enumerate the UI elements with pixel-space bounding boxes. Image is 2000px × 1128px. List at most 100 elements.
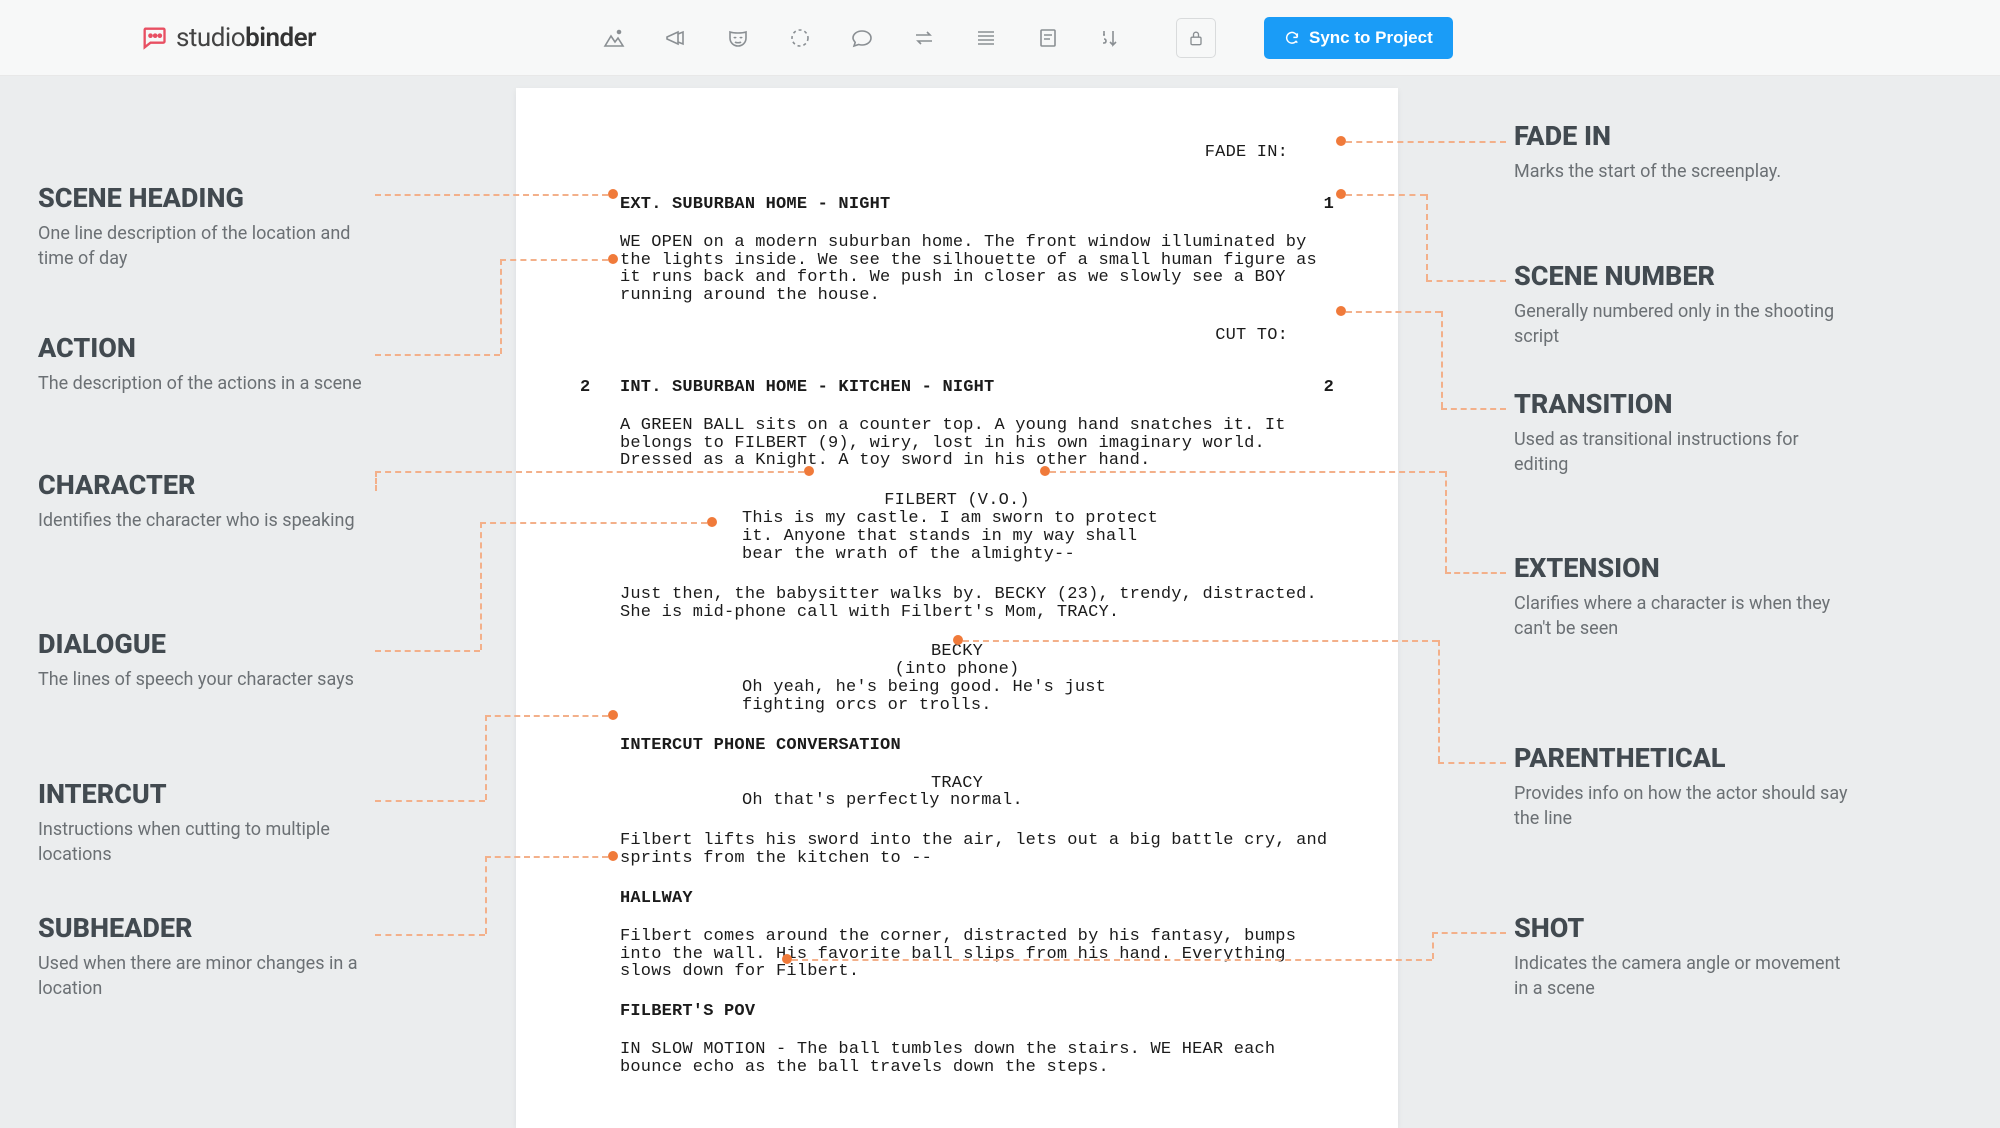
speech-bubble-icon[interactable] [848,24,876,52]
canvas-stage: FADE IN: EXT. SUBURBAN HOME - NIGHT 1 WE… [0,76,2000,1125]
connector-line [480,522,482,650]
connector-dot [1336,189,1346,199]
ann-title: CHARACTER [38,471,368,501]
lock-icon[interactable] [1176,18,1216,58]
connector-line [375,471,804,473]
ann-parenthetical: PARENTHETICAL Provides info on how the a… [1514,744,1854,831]
connector-line [792,959,1432,961]
character-filbert: FILBERT (V.O.) [580,492,1334,510]
connector-dot [707,517,717,527]
ann-action: ACTION The description of the actions in… [38,334,368,397]
scene-number-2-left: 2 [580,379,620,397]
swap-arrows-icon[interactable] [910,24,938,52]
subheader-pov: FILBERT'S POV [580,1003,1334,1021]
connector-line [375,194,608,196]
ann-extension: EXTENSION Clarifies where a character is… [1514,554,1854,641]
connector-dot [608,254,618,264]
connector-line [375,934,485,936]
action-block-5: Filbert comes around the corner, distrac… [580,928,1334,982]
character-becky: BECKY [580,643,1334,661]
number-sort-icon[interactable] [1096,24,1124,52]
ann-fade-in: FADE IN Marks the start of the screenpla… [1514,122,1854,185]
connector-line [1441,408,1506,410]
scene-heading-2-text: INT. SUBURBAN HOME - KITCHEN - NIGHT [620,379,1294,397]
ann-desc: Provides info on how the actor should sa… [1514,782,1854,832]
connector-dot [782,954,792,964]
annotations-right-column: FADE IN Marks the start of the screenpla… [1398,76,2000,1125]
ann-desc: Instructions when cutting to multiple lo… [38,818,368,868]
fade-in: FADE IN: [580,144,1334,162]
connector-line [1346,194,1426,196]
action-block-1: WE OPEN on a modern suburban home. The f… [580,234,1334,305]
connector-line [375,354,500,356]
connector-line [500,259,502,354]
toolbar-icon-group: Sync to Project [600,17,1453,59]
connector-dot [953,635,963,645]
circle-dashed-icon[interactable] [786,24,814,52]
brand-logo: studiobinder [140,23,316,53]
connector-line [485,856,608,858]
scene-number-1: 1 [1294,196,1334,214]
ann-character: CHARACTER Identifies the character who i… [38,471,368,534]
connector-line [375,800,485,802]
connector-line [375,471,377,491]
connector-line [963,640,1438,642]
lines-icon[interactable] [972,24,1000,52]
megaphone-icon[interactable] [662,24,690,52]
ann-title: FADE IN [1514,122,1854,152]
chat-bubble-logo-icon [140,24,168,52]
refresh-icon [1284,30,1300,46]
ann-title: SHOT [1514,914,1854,944]
action-block-3: Just then, the babysitter walks by. BECK… [580,586,1334,622]
dialogue-tracy: Oh that's perfectly normal. [742,792,1172,810]
brand-text: studiobinder [176,23,316,53]
scene-heading-1-text: EXT. SUBURBAN HOME - NIGHT [620,196,1294,214]
connector-dot [608,189,618,199]
connector-line [1438,640,1440,762]
connector-line [1445,572,1506,574]
action-block-6: IN SLOW MOTION - The ball tumbles down t… [580,1041,1334,1077]
sync-button-label: Sync to Project [1309,28,1433,48]
ann-scene-heading: SCENE HEADING One line description of th… [38,184,368,271]
ann-desc: Marks the start of the screenplay. [1514,160,1854,185]
scene-heading-1: EXT. SUBURBAN HOME - NIGHT 1 [580,196,1334,214]
connector-line [1346,311,1441,313]
connector-line [480,522,707,524]
note-icon[interactable] [1034,24,1062,52]
mask-icon[interactable] [724,24,752,52]
ann-transition: TRANSITION Used as transitional instruct… [1514,390,1854,477]
ann-title: SUBHEADER [38,914,368,944]
top-toolbar: studiobinder Sync to Project [0,0,2000,76]
connector-dot [608,710,618,720]
ann-desc: The description of the actions in a scen… [38,372,368,397]
subheader-hallway: HALLWAY [580,890,1334,908]
ann-dialogue: DIALOGUE The lines of speech your charac… [38,630,368,693]
connector-line [375,650,480,652]
sync-to-project-button[interactable]: Sync to Project [1264,17,1453,59]
scene-number-2-right: 2 [1294,379,1334,397]
connector-line [1050,471,1445,473]
mountain-icon[interactable] [600,24,628,52]
ann-desc: Generally numbered only in the shooting … [1514,300,1854,350]
ann-desc: Indicates the camera angle or movement i… [1514,952,1854,1002]
scene-heading-2: 2 INT. SUBURBAN HOME - KITCHEN - NIGHT 2 [580,379,1334,397]
connector-line [1426,280,1506,282]
action-block-2: A GREEN BALL sits on a counter top. A yo… [580,417,1334,471]
ann-title: ACTION [38,334,368,364]
character-tracy: TRACY [580,775,1334,793]
ann-desc: One line description of the location and… [38,222,368,272]
ann-desc: Used as transitional instructions for ed… [1514,428,1854,478]
ann-title: SCENE NUMBER [1514,262,1854,292]
ann-intercut: INTERCUT Instructions when cutting to mu… [38,780,368,867]
ann-shot: SHOT Indicates the camera angle or movem… [1514,914,1854,1001]
ann-desc: Used when there are minor changes in a l… [38,952,368,1002]
connector-line [1432,932,1434,959]
connector-dot [1336,306,1346,316]
ann-desc: Identifies the character who is speaking [38,509,368,534]
connector-line [485,856,487,934]
connector-line [1432,932,1506,934]
dialogue-filbert: This is my castle. I am sworn to protect… [742,510,1172,564]
action-block-4: Filbert lifts his sword into the air, le… [580,832,1334,868]
transition-1: CUT TO: [580,327,1334,345]
ann-desc: Clarifies where a character is when they… [1514,592,1854,642]
